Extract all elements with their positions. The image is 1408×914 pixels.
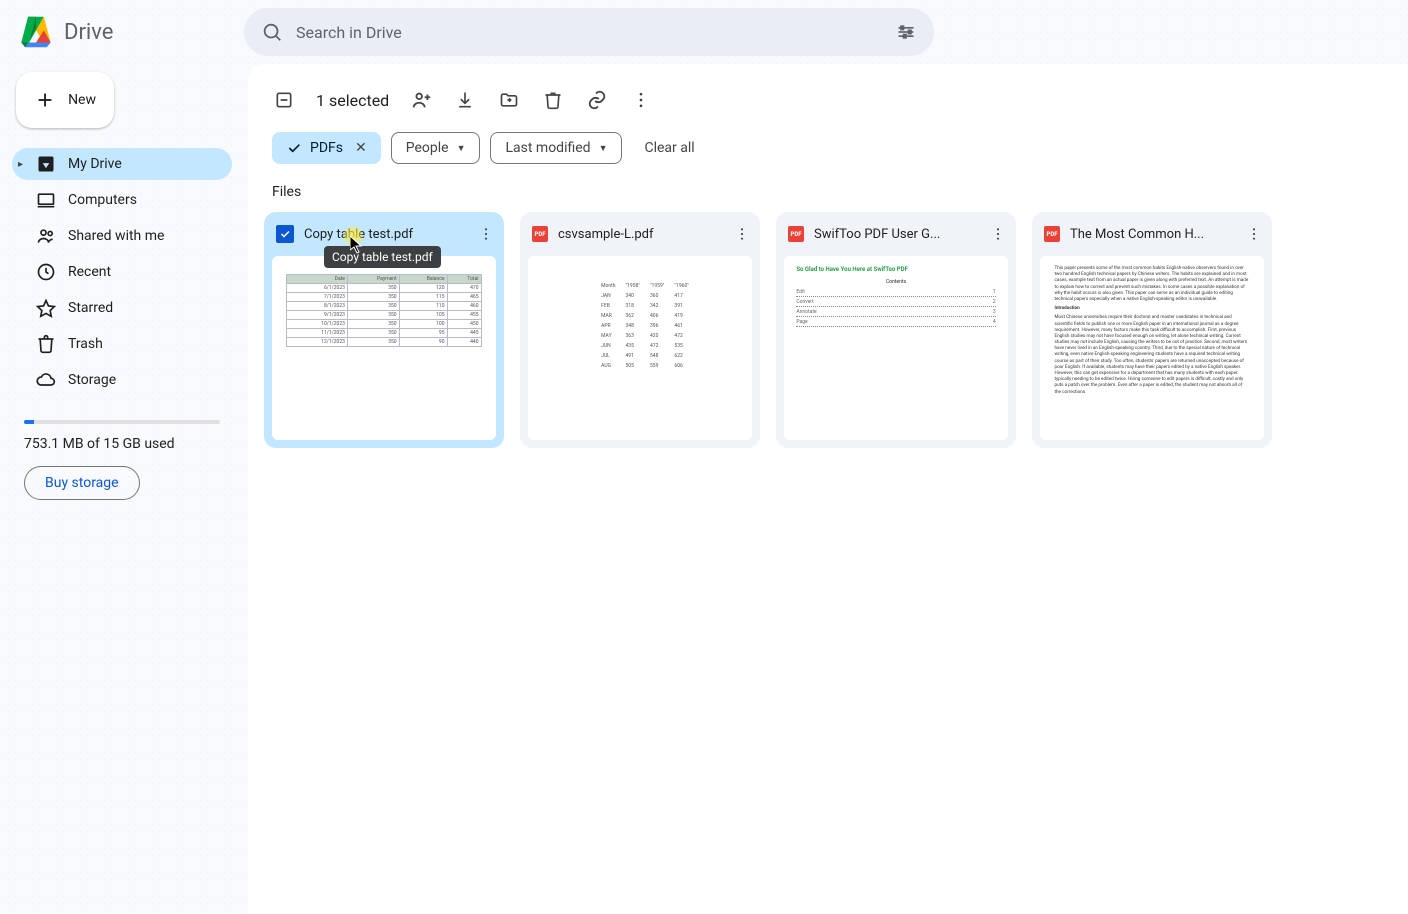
chevron-down-icon: ▼ <box>457 143 466 154</box>
filter-row: PDFs ✕ People ▼ Last modified ▼ Clear al… <box>264 128 1392 180</box>
pdf-icon: PDF <box>1044 226 1060 242</box>
file-thumbnail: DatePaymentBalanceTotal 6/1/202335012047… <box>272 256 496 440</box>
file-thumbnail: Month"1958""1959""1960" JAN340360417 FEB… <box>528 256 752 440</box>
filter-chip-modified[interactable]: Last modified ▼ <box>490 132 622 164</box>
file-grid: Copy table test.pdf Copy table test.pdf … <box>264 212 1392 448</box>
pdf-icon: PDF <box>532 226 548 242</box>
search-icon[interactable] <box>260 20 284 44</box>
sidebar-item-label: My Drive <box>68 156 122 172</box>
plus-icon <box>34 88 56 112</box>
chip-label: Last modified <box>505 140 590 156</box>
sidebar-item-label: Shared with me <box>68 228 164 244</box>
sidebar-item-my-drive[interactable]: ▸ My Drive <box>12 148 232 180</box>
file-name: Copy table test.pdf <box>304 227 466 242</box>
file-more-icon[interactable] <box>476 224 496 244</box>
sidebar-item-label: Storage <box>68 372 116 388</box>
file-card[interactable]: Copy table test.pdf Copy table test.pdf … <box>264 212 504 448</box>
file-card-header: PDF csvsample-L.pdf <box>520 212 760 256</box>
filter-chip-people[interactable]: People ▼ <box>391 132 481 164</box>
file-more-icon[interactable] <box>988 224 1008 244</box>
file-name: csvsample-L.pdf <box>558 227 722 242</box>
computers-icon <box>36 190 56 210</box>
sidebar-item-shared[interactable]: Shared with me <box>12 220 232 252</box>
sidebar-item-label: Computers <box>68 192 137 208</box>
file-more-icon[interactable] <box>1244 224 1264 244</box>
sidebar-item-label: Trash <box>68 336 103 352</box>
new-button[interactable]: New <box>16 72 114 128</box>
file-card[interactable]: PDF csvsample-L.pdf Month"1958""1959""19… <box>520 212 760 448</box>
selection-count: 1 selected <box>316 91 389 110</box>
drive-logo-icon[interactable] <box>16 12 56 52</box>
selection-toolbar: 1 selected <box>264 72 1392 128</box>
drive-icon <box>36 154 56 174</box>
files-section-label: Files <box>264 180 1392 212</box>
file-name: SwifToo PDF User G... <box>814 227 978 242</box>
search-options-icon[interactable] <box>894 20 918 44</box>
chevron-right-icon[interactable]: ▸ <box>18 159 23 170</box>
file-card[interactable]: PDF SwifToo PDF User G... So Glad to Hav… <box>776 212 1016 448</box>
search-bar[interactable] <box>244 8 934 56</box>
new-label: New <box>68 92 96 108</box>
sidebar-item-label: Recent <box>68 264 111 280</box>
buy-storage-button[interactable]: Buy storage <box>24 466 140 500</box>
pdf-icon: PDF <box>788 226 804 242</box>
search-input[interactable] <box>296 23 882 42</box>
people-icon <box>36 226 56 246</box>
sidebar-item-recent[interactable]: Recent <box>12 256 232 288</box>
more-options-icon[interactable] <box>629 88 653 112</box>
file-thumbnail: So Glad to Have You Here at SwifToo PDF … <box>784 256 1008 440</box>
deselect-icon[interactable] <box>272 88 296 112</box>
sidebar-item-starred[interactable]: Starred <box>12 292 232 324</box>
file-checkbox[interactable] <box>276 225 294 243</box>
download-icon[interactable] <box>453 88 477 112</box>
logo-block: Drive <box>16 12 236 52</box>
main-content: 1 selected <box>248 64 1408 914</box>
file-name: The Most Common H... <box>1070 227 1234 242</box>
star-icon <box>36 298 56 318</box>
trash-icon <box>36 334 56 354</box>
app-name: Drive <box>64 20 113 45</box>
link-icon[interactable] <box>585 88 609 112</box>
storage-bar <box>24 420 220 424</box>
file-more-icon[interactable] <box>732 224 752 244</box>
sidebar-item-computers[interactable]: Computers <box>12 184 232 216</box>
file-card-header: PDF SwifToo PDF User G... <box>776 212 1016 256</box>
file-card-header: Copy table test.pdf Copy table test.pdf <box>264 212 504 256</box>
sidebar-item-storage[interactable]: Storage <box>12 364 232 396</box>
share-icon[interactable] <box>409 88 433 112</box>
cloud-icon <box>36 370 56 390</box>
storage-section: 753.1 MB of 15 GB used Buy storage <box>12 412 232 500</box>
clock-icon <box>36 262 56 282</box>
chip-remove-icon[interactable]: ✕ <box>351 140 367 156</box>
filter-chip-pdfs[interactable]: PDFs ✕ <box>272 132 381 164</box>
clear-all-button[interactable]: Clear all <box>632 140 706 156</box>
tooltip: Copy table test.pdf <box>324 246 441 268</box>
file-thumbnail: This paper presents some of the most com… <box>1040 256 1264 440</box>
file-card-header: PDF The Most Common H... <box>1032 212 1272 256</box>
sidebar-item-trash[interactable]: Trash <box>12 328 232 360</box>
chip-label: People <box>406 140 449 156</box>
delete-icon[interactable] <box>541 88 565 112</box>
file-card[interactable]: PDF The Most Common H... This paper pres… <box>1032 212 1272 448</box>
check-icon <box>286 140 302 156</box>
header: Drive <box>0 0 1408 64</box>
sidebar-item-label: Starred <box>68 300 113 316</box>
chip-label: PDFs <box>310 140 343 156</box>
sidebar: New ▸ My Drive Computers Shared with me … <box>0 64 248 914</box>
chevron-down-icon: ▼ <box>599 143 608 154</box>
storage-text: 753.1 MB of 15 GB used <box>24 436 220 452</box>
move-icon[interactable] <box>497 88 521 112</box>
